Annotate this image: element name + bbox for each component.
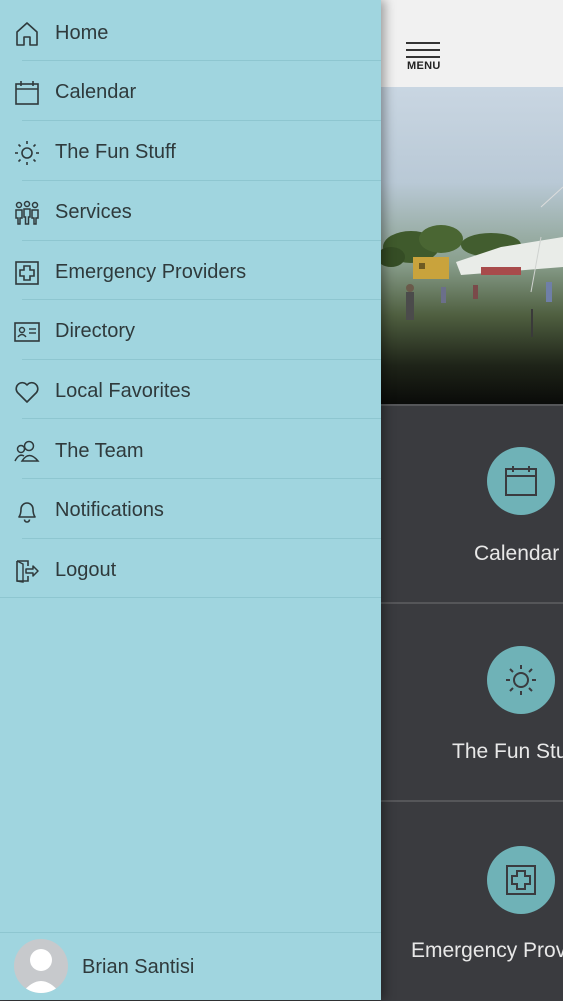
nav-item-calendar[interactable]: Calendar <box>0 61 381 120</box>
nav-item-emergency-providers[interactable]: Emergency Providers <box>0 241 381 300</box>
tile-fun-stuff[interactable]: The Fun Stuff <box>381 602 563 801</box>
nav-item-label: Calendar <box>55 81 137 103</box>
home-icon <box>16 22 38 46</box>
nav-item-label: The Fun Stuff <box>55 141 176 163</box>
nav-item-label: Home <box>55 22 109 44</box>
calendar-icon <box>487 447 555 515</box>
people-group-icon <box>15 200 39 225</box>
nav-item-local-favorites[interactable]: Local Favorites <box>0 360 381 419</box>
tile-label: Calendar <box>474 542 560 565</box>
sun-icon <box>15 141 39 165</box>
user-profile[interactable]: Brian Santisi <box>0 932 381 1001</box>
medical-cross-icon <box>15 261 39 285</box>
tile-emergency-providers[interactable]: Emergency Providers <box>381 800 563 999</box>
nav-item-fun-stuff[interactable]: The Fun Stuff <box>0 121 381 180</box>
divider <box>22 418 381 419</box>
tile-label: The Fun Stuff <box>452 740 563 763</box>
nav-item-label: Notifications <box>55 499 164 521</box>
nav-item-label: Logout <box>55 559 117 581</box>
main-screen: MENU Calendar The Fun Stu Emergency Prov <box>381 0 563 1000</box>
nav-item-logout[interactable]: Logout <box>0 539 381 598</box>
nav-item-label: Local Favorites <box>55 380 191 402</box>
divider <box>0 597 381 598</box>
nav-item-notifications[interactable]: Notifications <box>0 479 381 538</box>
hero-image <box>381 87 563 404</box>
navigation-drawer: Home Calendar The Fun Stuff Services Eme… <box>0 0 381 1000</box>
sun-icon <box>487 646 555 714</box>
nav-item-directory[interactable]: Directory <box>0 300 381 359</box>
calendar-icon <box>15 81 39 105</box>
avatar <box>14 939 68 993</box>
menu-label: MENU <box>407 60 441 72</box>
nav-item-the-team[interactable]: The Team <box>0 420 381 479</box>
nav-item-home[interactable]: Home <box>0 2 381 61</box>
bell-icon <box>18 502 36 523</box>
top-bar: MENU <box>381 0 563 87</box>
heart-icon <box>15 381 39 403</box>
tile-label: Emergency Providers <box>411 939 563 962</box>
menu-button[interactable]: MENU <box>405 40 445 76</box>
logout-icon <box>16 560 39 583</box>
nav-item-label: Services <box>55 201 132 223</box>
user-name: Brian Santisi <box>82 956 195 978</box>
nav-item-services[interactable]: Services <box>0 181 381 240</box>
tile-calendar[interactable]: Calendar <box>381 404 563 603</box>
id-card-icon <box>14 322 40 342</box>
nav-item-label: Emergency Providers <box>55 261 247 283</box>
team-icon <box>14 440 40 462</box>
medical-cross-icon <box>487 846 555 914</box>
nav-item-label: The Team <box>55 440 144 462</box>
nav-item-label: Directory <box>55 320 136 342</box>
